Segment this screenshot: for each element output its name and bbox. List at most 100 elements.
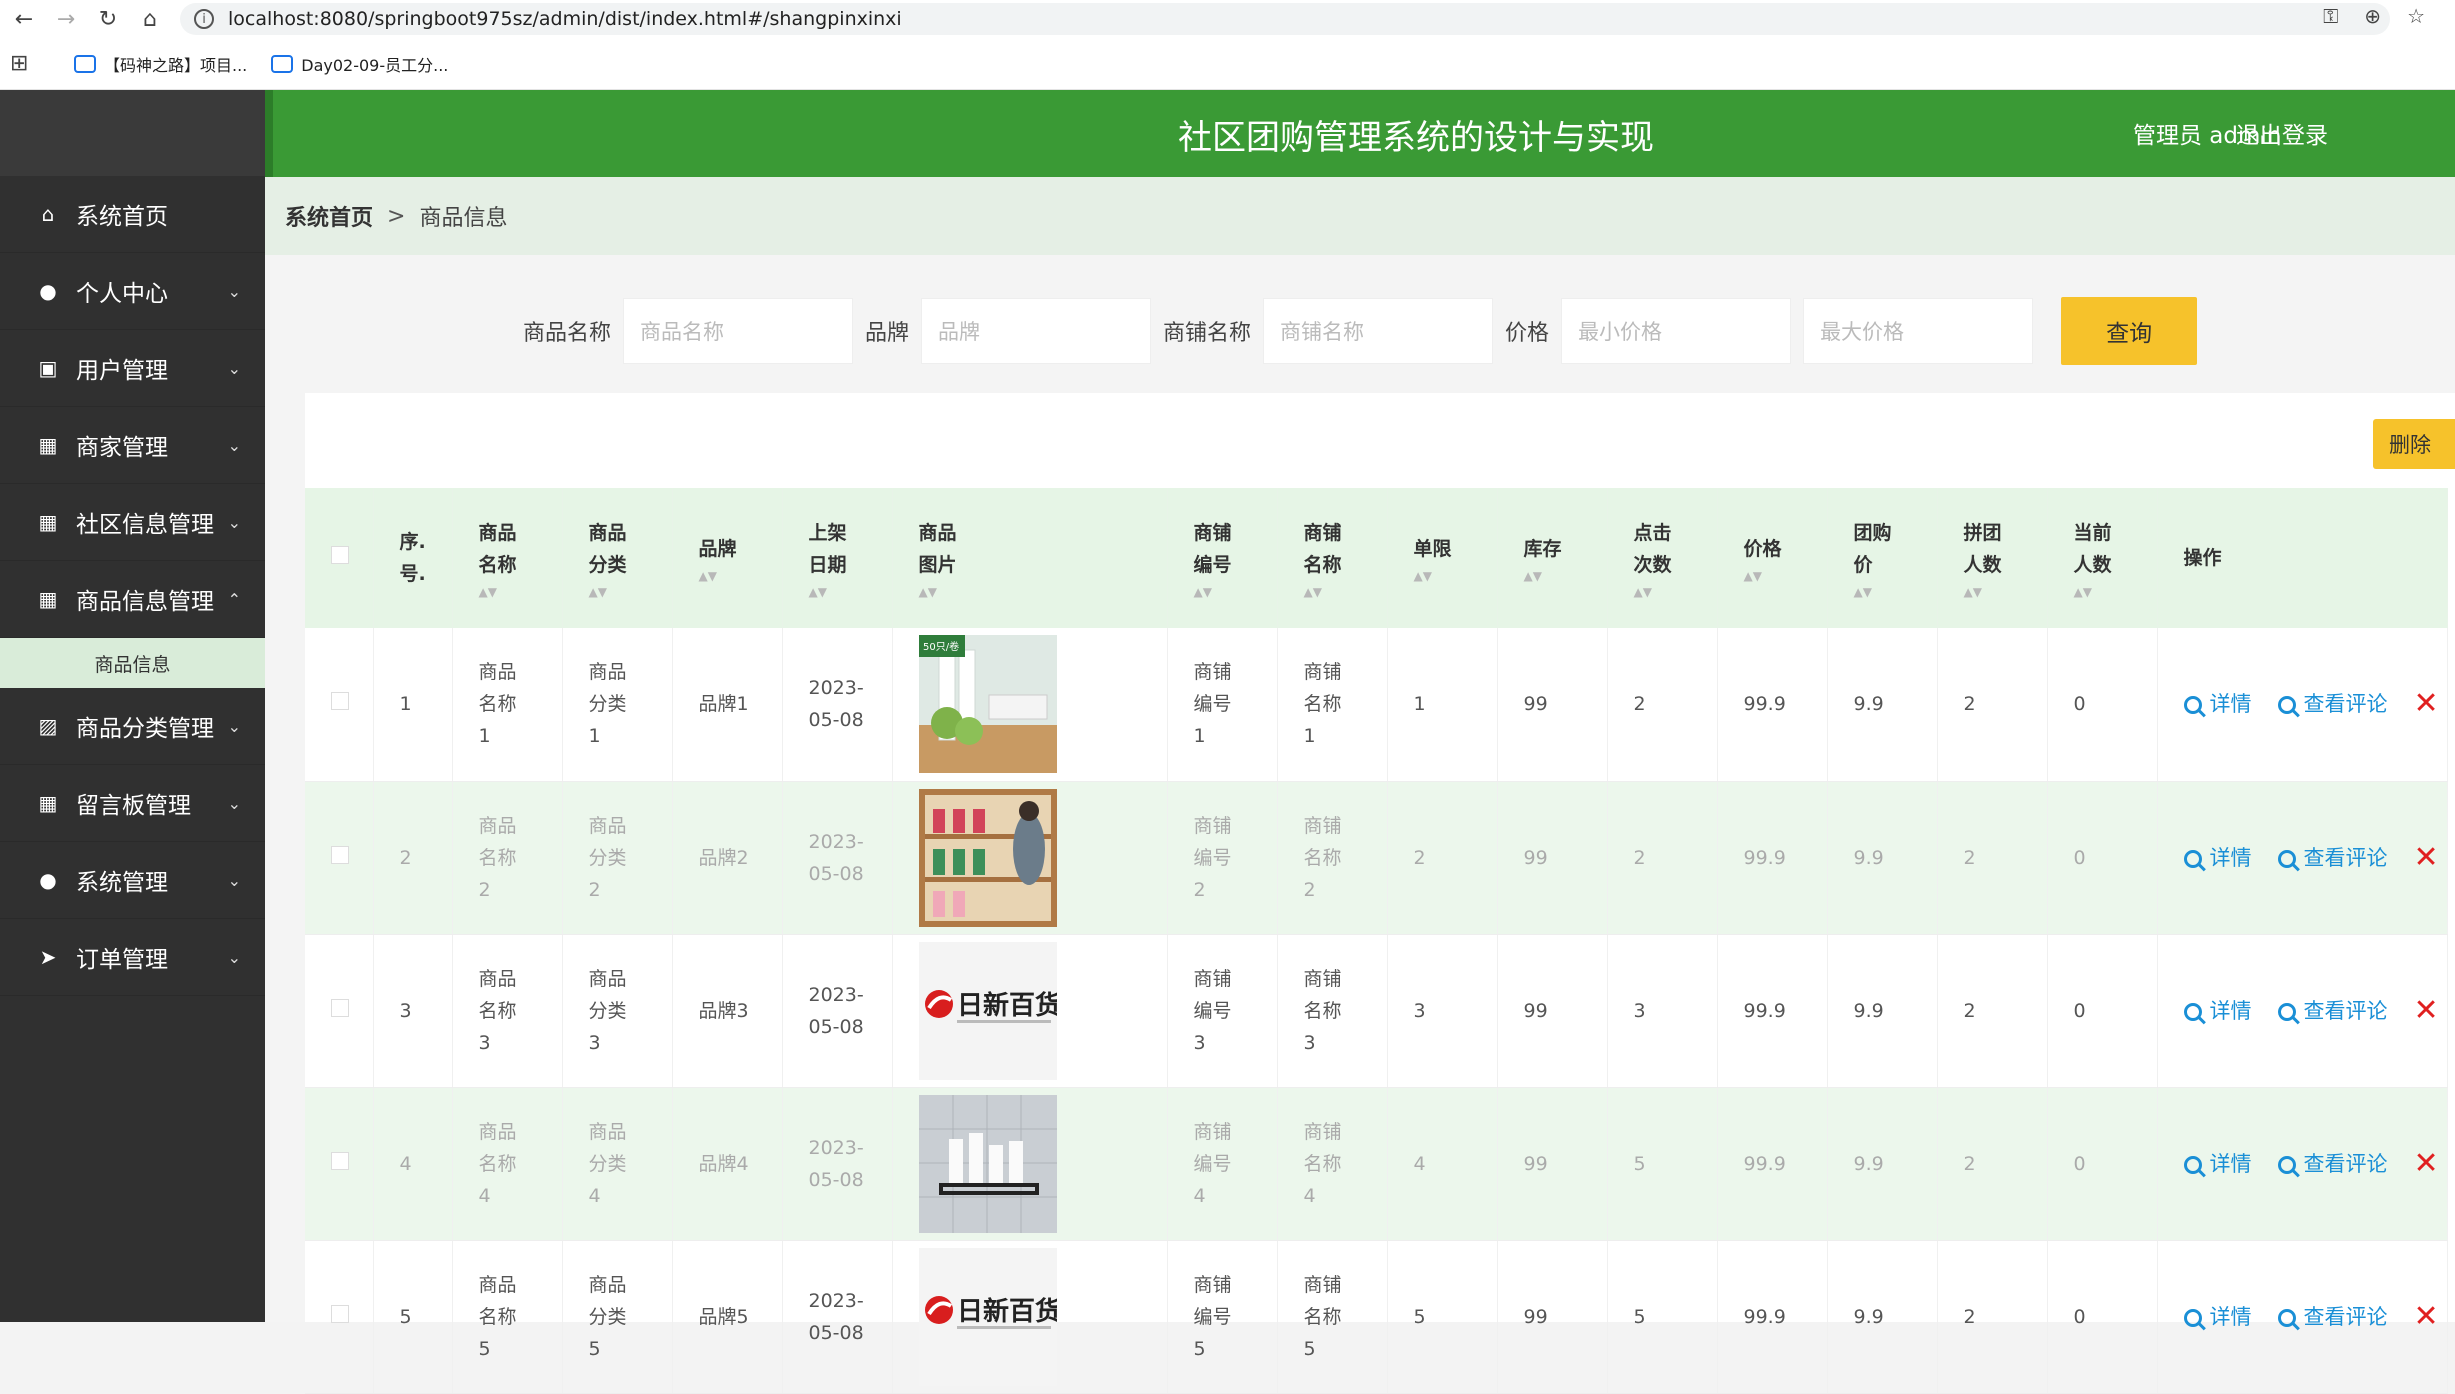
- max-price-input[interactable]: 最大价格: [1803, 298, 2034, 364]
- view-comments-link[interactable]: 查看评论: [2277, 842, 2388, 874]
- chevron-down-icon: ⌄: [227, 512, 241, 532]
- sidebar-item[interactable]: ● 个人中心 ⌄: [0, 253, 265, 330]
- apps-icon[interactable]: ⊞: [10, 51, 50, 76]
- column-header[interactable]: 商品分类 ▲▼: [562, 488, 673, 628]
- tv-icon: [74, 54, 96, 73]
- shop-name: 商铺名称3: [1277, 934, 1388, 1088]
- sidebar-item[interactable]: ▨ 商品分类管理 ⌄: [0, 688, 265, 765]
- breadcrumb-home[interactable]: 系统首页: [285, 200, 373, 232]
- detail-link[interactable]: 详情: [2183, 995, 2252, 1027]
- sort-icon[interactable]: ▲▼: [589, 585, 672, 599]
- bookmark-item[interactable]: 【码神之路】项目...: [74, 52, 247, 76]
- column-header[interactable]: 商品名称 ▲▼: [452, 488, 563, 628]
- sidebar-item[interactable]: ⌂ 系统首页: [0, 176, 265, 253]
- column-header-label: 点击次数: [1633, 522, 1672, 576]
- sort-icon[interactable]: ▲▼: [1854, 585, 1937, 599]
- logout-link[interactable]: 退出登录: [2236, 116, 2328, 150]
- back-icon[interactable]: ←: [6, 1, 42, 37]
- star-icon[interactable]: ☆: [2407, 4, 2425, 28]
- sidebar-item[interactable]: ▦ 社区信息管理 ⌄: [0, 484, 265, 561]
- detail-link[interactable]: 详情: [2183, 1301, 2252, 1333]
- sidebar-item[interactable]: ▦ 商家管理 ⌄: [0, 407, 265, 484]
- delete-row-icon[interactable]: ✕: [2414, 841, 2439, 874]
- view-comments-link[interactable]: 查看评论: [2277, 688, 2388, 720]
- delete-row-icon[interactable]: ✕: [2414, 1300, 2439, 1333]
- column-header[interactable]: 库存 ▲▼: [1497, 488, 1608, 628]
- bookmark-item[interactable]: Day02-09-员工分...: [271, 52, 448, 76]
- view-comments-link[interactable]: 查看评论: [2277, 1148, 2388, 1180]
- sort-icon[interactable]: ▲▼: [1634, 585, 1717, 599]
- row-checkbox[interactable]: [331, 1151, 349, 1170]
- current-count-text: 0: [2073, 846, 2086, 869]
- column-header[interactable]: 上架日期 ▲▼: [782, 488, 893, 628]
- forward-icon[interactable]: →: [48, 1, 84, 37]
- price: 99.9: [1717, 1087, 1828, 1241]
- home-icon[interactable]: ⌂: [132, 1, 168, 37]
- view-comments-link[interactable]: 查看评论: [2277, 1301, 2388, 1333]
- sidebar-item[interactable]: ● 系统管理 ⌄: [0, 842, 265, 919]
- column-header[interactable]: 价格 ▲▼: [1717, 488, 1828, 628]
- sort-icon[interactable]: ▲▼: [1414, 569, 1497, 583]
- select-all-checkbox[interactable]: [331, 546, 349, 564]
- sidebar-item[interactable]: ➤ 订单管理 ⌄: [0, 919, 265, 996]
- listing-date: 2023-05-08: [782, 628, 893, 782]
- column-header[interactable]: 品牌 ▲▼: [672, 488, 783, 628]
- sort-icon[interactable]: ▲▼: [1524, 569, 1607, 583]
- chevron-down-icon: ⌄: [227, 716, 241, 736]
- sort-icon[interactable]: ▲▼: [1744, 569, 1827, 583]
- column-header[interactable]: 点击次数 ▲▼: [1607, 488, 1718, 628]
- delete-row-icon[interactable]: ✕: [2414, 1147, 2439, 1180]
- column-header[interactable]: 单限 ▲▼: [1387, 488, 1498, 628]
- sort-icon[interactable]: ▲▼: [919, 585, 1167, 599]
- detail-link[interactable]: 详情: [2183, 688, 2252, 720]
- sidebar-item[interactable]: ▦ 商品信息管理 ⌃: [0, 561, 265, 638]
- query-button[interactable]: 查询: [2061, 297, 2198, 365]
- reload-icon[interactable]: ↻: [90, 1, 126, 37]
- product-brand-text: 品牌2: [698, 846, 749, 869]
- submenu-item-product-info[interactable]: 商品信息: [0, 638, 265, 688]
- detail-link[interactable]: 详情: [2183, 842, 2252, 874]
- table-row: 1 商品名称1 商品分类1 品牌1 2023-05-08 50只/卷 商铺编号1 商铺名称1…: [305, 628, 2448, 782]
- unit-limit-text: 2: [1413, 846, 1426, 869]
- row-checkbox[interactable]: [331, 998, 349, 1017]
- sort-icon[interactable]: ▲▼: [1304, 585, 1387, 599]
- shop-number-text: 商铺编号1: [1193, 661, 1232, 748]
- sort-icon[interactable]: ▲▼: [809, 585, 892, 599]
- delete-button[interactable]: 删除: [2373, 419, 2455, 469]
- user-icon: ●: [39, 279, 57, 303]
- view-comments-link[interactable]: 查看评论: [2277, 995, 2388, 1027]
- row-number: 2: [373, 781, 453, 935]
- sort-icon[interactable]: ▲▼: [699, 569, 782, 583]
- view-comments-label: 查看评论: [2303, 692, 2388, 717]
- column-header[interactable]: 商铺名称 ▲▼: [1277, 488, 1388, 628]
- column-header[interactable]: 拼团人数 ▲▼: [1937, 488, 2048, 628]
- brand-input[interactable]: 品牌: [921, 298, 1152, 364]
- sort-icon[interactable]: ▲▼: [2074, 585, 2157, 599]
- info-icon[interactable]: i: [194, 9, 214, 29]
- delete-row-icon[interactable]: ✕: [2414, 994, 2439, 1027]
- column-header[interactable]: 商品图片 ▲▼: [892, 488, 1168, 628]
- row-checkbox[interactable]: [331, 1304, 349, 1323]
- address-bar[interactable]: i localhost:8080/springboot975sz/admin/d…: [180, 3, 2390, 35]
- name-input[interactable]: 商品名称: [623, 298, 854, 364]
- column-header[interactable]: 团购价 ▲▼: [1827, 488, 1938, 628]
- column-header[interactable]: 当前人数 ▲▼: [2047, 488, 2158, 628]
- sidebar-item[interactable]: ▣ 用户管理 ⌄: [0, 330, 265, 407]
- price: 99.9: [1717, 1240, 1828, 1394]
- row-checkbox[interactable]: [331, 692, 349, 711]
- key-icon[interactable]: ⚿: [2323, 4, 2338, 28]
- product-name-text: 商品名称3: [478, 967, 517, 1054]
- min-price-input[interactable]: 最小价格: [1561, 298, 1792, 364]
- sort-icon[interactable]: ▲▼: [479, 585, 562, 599]
- detail-link[interactable]: 详情: [2183, 1148, 2252, 1180]
- column-header[interactable]: 商铺编号 ▲▼: [1167, 488, 1278, 628]
- delete-row-icon[interactable]: ✕: [2414, 688, 2439, 720]
- sidebar-item[interactable]: ▦ 留言板管理 ⌄: [0, 765, 265, 842]
- row-select-cell: [305, 781, 374, 935]
- sort-icon[interactable]: ▲▼: [1964, 585, 2047, 599]
- sort-icon[interactable]: ▲▼: [1194, 585, 1277, 599]
- row-checkbox[interactable]: [331, 845, 349, 864]
- chevron-down-icon: ⌄: [227, 281, 241, 301]
- zoom-icon[interactable]: ⊕: [2364, 4, 2381, 28]
- shop-input[interactable]: 商铺名称: [1263, 298, 1494, 364]
